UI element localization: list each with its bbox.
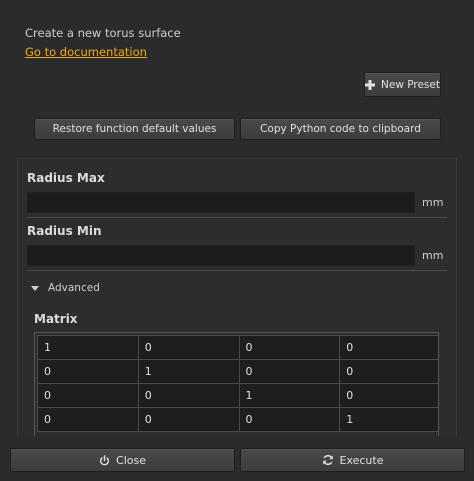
- matrix-cell[interactable]: 0: [238, 407, 341, 432]
- torus-dialog: Create a new torus surface Go to documen…: [0, 0, 474, 481]
- restore-defaults-label: Restore function default values: [52, 123, 217, 135]
- matrix-cell[interactable]: 0: [37, 359, 139, 384]
- radius-max-unit: mm: [422, 196, 444, 209]
- divider: [27, 217, 447, 218]
- matrix-cell[interactable]: 0: [339, 359, 438, 384]
- close-label: Close: [116, 453, 146, 467]
- power-icon: [99, 454, 110, 466]
- matrix-cell[interactable]: 1: [137, 359, 240, 384]
- matrix-cell[interactable]: 0: [137, 335, 240, 360]
- advanced-toggle[interactable]: Advanced: [31, 282, 100, 294]
- radius-max-label: Radius Max: [27, 171, 105, 185]
- parameters-panel: Radius Max mm Radius Min mm Advanced Mat…: [17, 158, 457, 436]
- matrix-cell[interactable]: 1: [37, 335, 139, 360]
- execute-label: Execute: [339, 453, 384, 467]
- table-row: 0 0 1 0: [37, 383, 438, 408]
- restore-defaults-button[interactable]: Restore function default values: [34, 118, 235, 140]
- radius-min-unit: mm: [422, 249, 444, 262]
- matrix-cell[interactable]: 1: [238, 383, 341, 408]
- matrix-cell[interactable]: 0: [339, 383, 438, 408]
- matrix-cell[interactable]: 0: [238, 359, 341, 384]
- matrix-table-container: 1 0 0 0 0 1 0 0 0 0 1 0 0 0 0 1: [34, 332, 439, 436]
- matrix-cell[interactable]: 0: [137, 407, 240, 432]
- dialog-description: Create a new torus surface: [25, 26, 181, 40]
- plus-icon: [365, 79, 375, 90]
- radius-max-input[interactable]: [27, 192, 415, 213]
- matrix-label: Matrix: [34, 312, 78, 326]
- execute-button[interactable]: Execute: [240, 448, 465, 472]
- radius-min-label: Radius Min: [27, 224, 102, 238]
- copy-python-button[interactable]: Copy Python code to clipboard: [240, 118, 441, 140]
- close-button[interactable]: Close: [10, 448, 235, 472]
- table-row: 0 1 0 0: [37, 359, 438, 384]
- documentation-link[interactable]: Go to documentation: [25, 45, 147, 59]
- refresh-icon: [322, 454, 334, 466]
- table-row: 0 0 0 1: [37, 407, 438, 432]
- matrix-cell[interactable]: 0: [137, 383, 240, 408]
- chevron-down-icon: [31, 285, 39, 291]
- matrix-cell[interactable]: 1: [339, 407, 438, 432]
- new-preset-button[interactable]: New Preset: [364, 72, 441, 97]
- matrix-cell[interactable]: 0: [339, 335, 438, 360]
- matrix-cell[interactable]: 0: [37, 407, 139, 432]
- divider: [27, 270, 447, 271]
- matrix-cell[interactable]: 0: [37, 383, 139, 408]
- matrix-cell[interactable]: 0: [238, 335, 341, 360]
- copy-python-label: Copy Python code to clipboard: [260, 123, 421, 135]
- advanced-label: Advanced: [48, 282, 100, 294]
- matrix-table: 1 0 0 0 0 1 0 0 0 0 1 0 0 0 0 1: [37, 335, 438, 432]
- new-preset-label: New Preset: [381, 78, 440, 91]
- table-row: 1 0 0 0: [37, 335, 438, 360]
- radius-min-input[interactable]: [27, 245, 415, 266]
